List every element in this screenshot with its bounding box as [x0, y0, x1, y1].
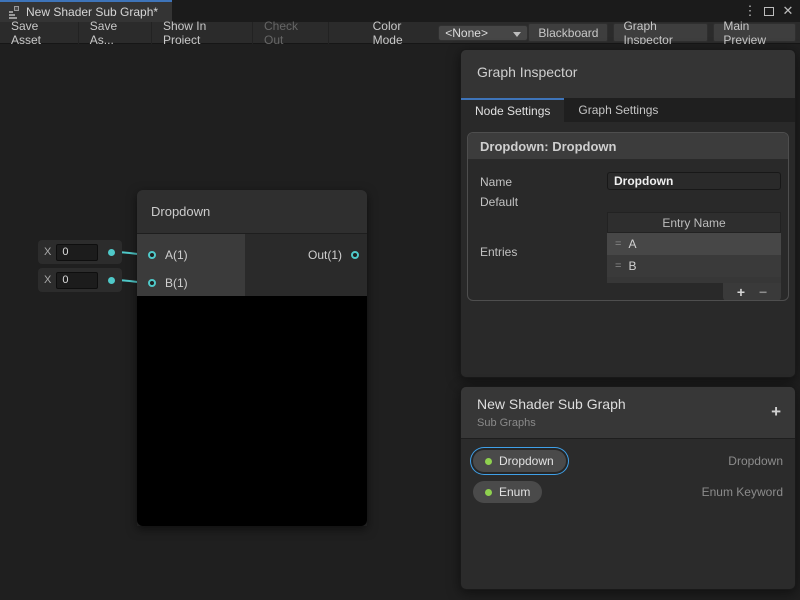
- node-settings-section: Dropdown: Dropdown Name Dropdown Default…: [467, 132, 789, 301]
- entries-footer-buttons: + −: [723, 283, 781, 301]
- chevron-down-icon: [513, 32, 521, 37]
- entry-row-a[interactable]: = A: [607, 233, 781, 255]
- blackboard-item-enum: Enum Enum Keyword: [473, 480, 783, 504]
- color-mode-dropdown[interactable]: <None>: [438, 25, 528, 41]
- entries-footer: + −: [607, 283, 781, 301]
- axis-label: X: [44, 274, 51, 286]
- entry-name: A: [628, 237, 636, 251]
- port-icon[interactable]: [148, 279, 156, 287]
- shader-graph-window: New Shader Sub Graph* ⋮ ✕ Save Asset Sav…: [0, 0, 800, 600]
- node-inputs: A(1) B(1): [137, 234, 245, 296]
- drag-handle-icon[interactable]: =: [615, 260, 620, 272]
- blackboard-body: Dropdown Dropdown Enum Enum Keyword: [461, 439, 795, 504]
- node-outputs: Out(1): [245, 234, 367, 296]
- name-label: Name: [480, 175, 512, 189]
- graph-inspector-toggle-button[interactable]: Graph Inspector: [613, 23, 708, 42]
- blackboard-title: New Shader Sub Graph: [477, 396, 795, 412]
- graph-inspector-panel: Graph Inspector Node Settings Graph Sett…: [460, 49, 796, 378]
- node-title[interactable]: Dropdown: [137, 190, 367, 234]
- port-icon[interactable]: [148, 251, 156, 259]
- close-icon[interactable]: ✕: [780, 3, 796, 19]
- dropdown-node[interactable]: Dropdown A(1) B(1) Out(1): [137, 190, 367, 526]
- property-name: Enum: [499, 485, 530, 499]
- remove-entry-button[interactable]: −: [759, 284, 767, 300]
- inspector-content: Dropdown: Dropdown Name Dropdown Default…: [461, 122, 795, 378]
- blackboard-subtitle: Sub Graphs: [477, 417, 795, 429]
- value-field[interactable]: 0: [56, 244, 98, 261]
- entry-name: B: [628, 259, 636, 273]
- property-name: Dropdown: [499, 454, 554, 468]
- node-port-area: A(1) B(1) Out(1): [137, 234, 367, 296]
- property-type-label: Dropdown: [728, 454, 783, 468]
- menu-icon[interactable]: ⋮: [742, 3, 758, 19]
- add-property-button[interactable]: +: [771, 403, 781, 420]
- toolbar-right-group: Blackboard Graph Inspector Main Preview: [528, 23, 800, 42]
- inspector-tabs: Node Settings Graph Settings: [461, 98, 795, 122]
- property-type-label: Enum Keyword: [702, 485, 783, 499]
- entries-table: Entry Name = A = B + −: [607, 212, 781, 301]
- drag-handle-icon[interactable]: =: [615, 238, 620, 250]
- property-dot-icon: [485, 458, 492, 465]
- tab-graph-settings[interactable]: Graph Settings: [564, 98, 672, 122]
- entries-label: Entries: [480, 245, 517, 259]
- input-port-a[interactable]: A(1): [137, 241, 245, 269]
- port-label: A(1): [165, 248, 188, 262]
- document-title: New Shader Sub Graph*: [26, 5, 158, 19]
- value-field[interactable]: 0: [56, 272, 98, 289]
- port-icon[interactable]: [351, 251, 359, 259]
- node-preview: [137, 296, 367, 526]
- port-dot-icon[interactable]: [108, 277, 115, 284]
- dropdown-property-pill[interactable]: Dropdown: [473, 450, 566, 472]
- entry-row-b[interactable]: = B: [607, 255, 781, 277]
- output-port-out[interactable]: Out(1): [245, 241, 367, 269]
- blackboard-panel: New Shader Sub Graph Sub Graphs + Dropdo…: [460, 386, 796, 590]
- maximize-icon[interactable]: [764, 7, 774, 16]
- name-field[interactable]: Dropdown: [607, 172, 781, 190]
- inspector-title: Graph Inspector: [477, 64, 577, 80]
- section-title: Dropdown: Dropdown: [468, 133, 788, 160]
- port-label: B(1): [165, 276, 188, 290]
- save-as-button[interactable]: Save As...: [79, 22, 152, 44]
- enum-property-pill[interactable]: Enum: [473, 481, 542, 503]
- entries-table-header: Entry Name: [607, 212, 781, 233]
- default-label: Default: [480, 195, 518, 209]
- blackboard-toggle-button[interactable]: Blackboard: [528, 23, 608, 42]
- save-asset-button[interactable]: Save Asset: [0, 22, 79, 44]
- port-dot-icon[interactable]: [108, 249, 115, 256]
- check-out-button: Check Out: [253, 22, 329, 44]
- show-in-project-button[interactable]: Show In Project: [152, 22, 253, 44]
- input-port-b[interactable]: B(1): [137, 269, 245, 297]
- input-value-widget-a: X 0: [38, 240, 122, 264]
- blackboard-header[interactable]: New Shader Sub Graph Sub Graphs +: [461, 387, 795, 439]
- inspector-header[interactable]: Graph Inspector: [461, 50, 795, 98]
- main-preview-toggle-button[interactable]: Main Preview: [713, 23, 796, 42]
- port-label: Out(1): [308, 248, 342, 262]
- add-entry-button[interactable]: +: [737, 284, 745, 300]
- input-value-widget-b: X 0: [38, 268, 122, 292]
- color-mode-value: <None>: [445, 26, 488, 40]
- toolbar: Save Asset Save As... Show In Project Ch…: [0, 22, 800, 44]
- tab-node-settings[interactable]: Node Settings: [461, 98, 564, 122]
- property-dot-icon: [485, 489, 492, 496]
- color-mode-label: Color Mode: [359, 19, 439, 47]
- blackboard-item-dropdown: Dropdown Dropdown: [473, 449, 783, 473]
- shader-graph-icon: [8, 6, 21, 19]
- axis-label: X: [44, 246, 51, 258]
